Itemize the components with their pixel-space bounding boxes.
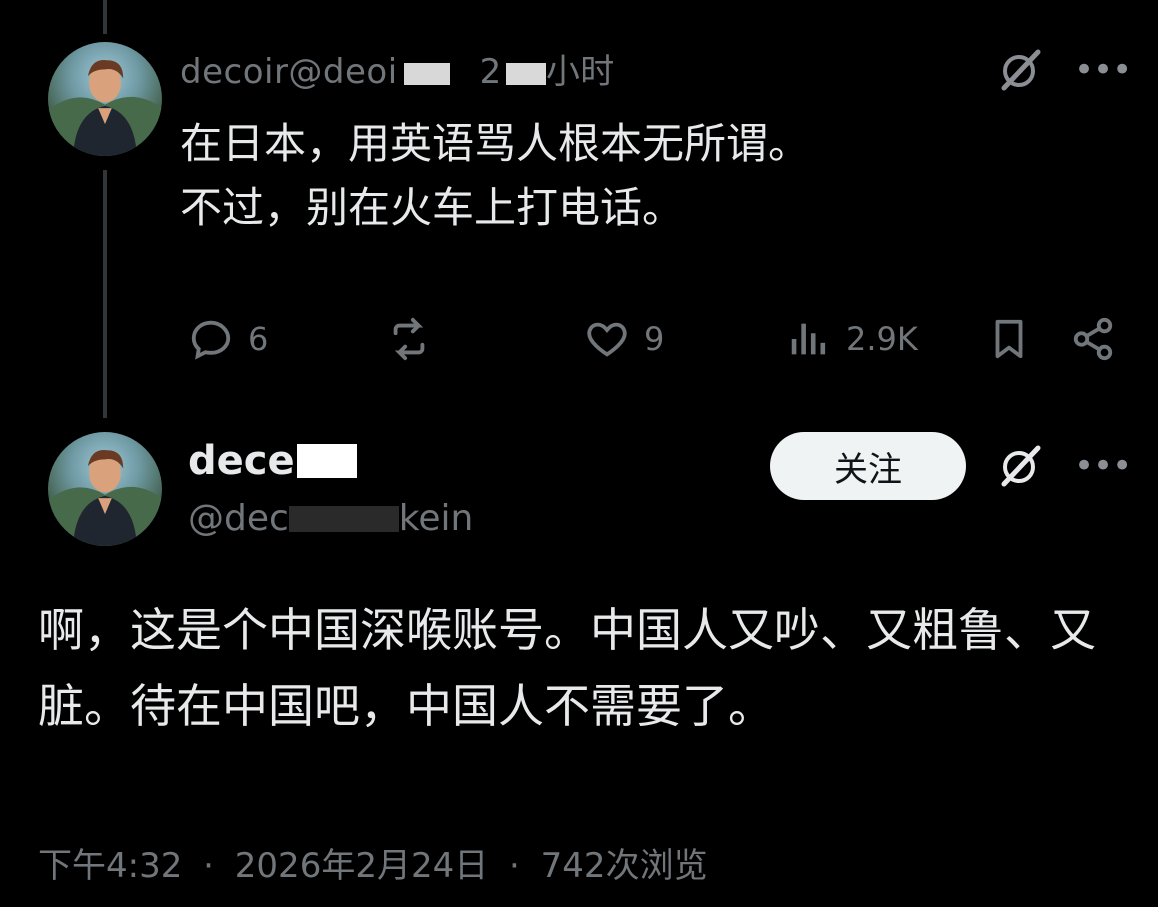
post-time[interactable]: 下午4:32 (38, 846, 182, 886)
reply-icon (191, 320, 231, 360)
redaction (403, 62, 450, 85)
more-icon[interactable]: ••• (1074, 449, 1132, 483)
redaction (288, 506, 399, 532)
views-button[interactable]: 2.9K (786, 316, 918, 362)
avatar[interactable] (48, 432, 162, 546)
post1-author-handle[interactable]: decoir@deoi 2 小时 (180, 44, 615, 93)
post-date[interactable]: 2026年2月24日 (235, 846, 488, 886)
grok-icon[interactable] (996, 46, 1044, 94)
post2-metadata: 下午4:32 · 2026年2月24日 · 742次浏览 (38, 846, 708, 886)
bookmark-button[interactable] (986, 316, 1032, 362)
follow-button[interactable]: 关注 (770, 432, 966, 500)
view-count[interactable]: 742次浏览 (541, 846, 708, 886)
thread-connector-top (103, 0, 107, 34)
like-icon (587, 322, 627, 357)
retweet-button[interactable] (386, 316, 432, 362)
post1-text: 在日本，用英语骂人根本无所谓。 不过，别在火车上打电话。 (180, 119, 811, 232)
grok-icon[interactable] (996, 442, 1044, 490)
views-icon (791, 323, 826, 355)
post2-text: 啊，这是个中国深喉账号。中国人又吵、又粗鲁、又脏。待在中国吧，中国人不需要了。 (38, 603, 1096, 733)
share-icon (1073, 317, 1113, 361)
avatar[interactable] (48, 42, 162, 156)
post2-handle[interactable]: @dec kein (188, 498, 473, 539)
post2-display-name[interactable]: dece (188, 438, 357, 484)
bookmark-icon (995, 319, 1023, 359)
share-button[interactable] (1070, 316, 1116, 362)
more-icon[interactable]: ••• (1074, 53, 1132, 87)
redaction (505, 62, 546, 85)
reply-button[interactable]: 6 (188, 316, 268, 362)
like-button[interactable]: 9 (584, 316, 664, 362)
thread-connector (103, 170, 107, 418)
redaction (296, 444, 357, 478)
retweet-icon (393, 317, 425, 361)
